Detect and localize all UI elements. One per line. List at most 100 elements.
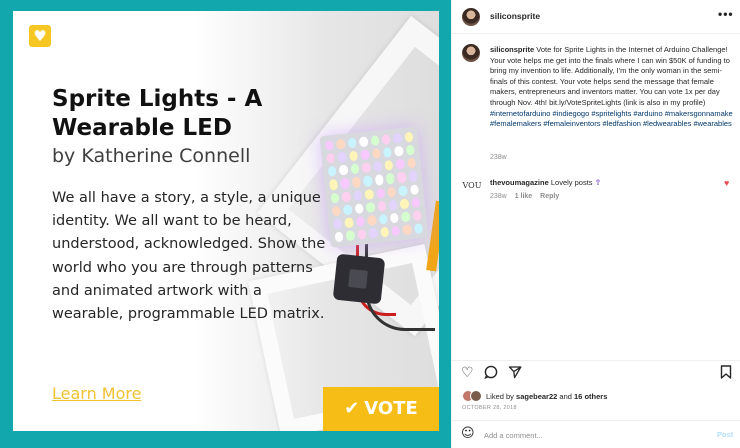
led-pixel: [355, 215, 366, 227]
caption-timestamp[interactable]: 238w: [490, 154, 507, 161]
led-pixel: [333, 218, 343, 230]
led-pixel: [362, 175, 373, 187]
comment-username[interactable]: thevoumagazine: [490, 178, 549, 187]
led-pixel: [378, 213, 388, 225]
comment-timestamp[interactable]: 238w: [490, 193, 507, 200]
likes-others[interactable]: 16 others: [574, 392, 607, 401]
bookmark-icon[interactable]: [720, 365, 732, 383]
post-date[interactable]: OCTOBER 28, 2018: [462, 405, 517, 411]
led-pixel: [402, 224, 412, 236]
post-header: siliconsprite •••: [452, 0, 740, 34]
learn-more-link[interactable]: Learn More: [52, 384, 141, 403]
promo-card: ♥ Sprite Lights - A Wearable LED by Kath…: [13, 11, 439, 431]
post-button[interactable]: Post: [717, 430, 733, 439]
vote-button[interactable]: ✔ VOTE: [323, 387, 439, 431]
led-pixel: [388, 199, 398, 211]
led-pixel: [396, 172, 407, 183]
comment-body: Lovely posts: [550, 178, 593, 187]
heart-icon: ♥: [29, 25, 51, 47]
promo-byline: by Katherine Connell: [52, 145, 251, 167]
led-pixel: [384, 160, 394, 172]
led-pixel: [399, 198, 410, 210]
led-pixel: [392, 132, 403, 144]
led-pixel: [382, 147, 393, 159]
led-pixel: [327, 166, 338, 178]
led-pixel: [408, 170, 418, 182]
action-bar: ♡: [452, 360, 740, 386]
led-pixel: [326, 153, 336, 165]
led-pixel: [367, 214, 377, 226]
led-pixel: [401, 211, 411, 223]
led-pixel: [405, 144, 415, 156]
led-pixel: [409, 183, 419, 195]
led-pixel: [360, 149, 370, 161]
led-pixel: [345, 230, 356, 242]
comment-heart-icon[interactable]: ♥: [724, 178, 729, 188]
comment-reply-button[interactable]: Reply: [540, 193, 559, 200]
caption-avatar[interactable]: [462, 44, 480, 62]
led-pixel: [350, 163, 360, 175]
led-pixel: [381, 134, 391, 146]
controller-board: [332, 253, 386, 305]
avatar[interactable]: [462, 8, 480, 26]
led-pixel: [348, 150, 359, 162]
led-pixel: [410, 196, 421, 208]
led-pixel: [379, 226, 390, 238]
comment-avatar[interactable]: VOU: [462, 176, 482, 196]
led-pixel: [361, 162, 371, 174]
vote-label: VOTE: [364, 398, 418, 419]
led-pixel: [365, 201, 376, 213]
post-sidebar: siliconsprite ••• siliconsprite Vote for…: [451, 0, 740, 448]
liker-username[interactable]: sagebear22: [516, 392, 557, 401]
comment-icon[interactable]: [484, 365, 498, 383]
add-comment-bar: ☺ Post: [452, 420, 740, 448]
comment-meta: 238w 1 like Reply: [490, 193, 565, 200]
caption: siliconsprite Vote for Sprite Lights in …: [490, 45, 734, 130]
led-pixel: [351, 176, 362, 188]
caption-text: Vote for Sprite Lights in the Internet o…: [490, 45, 730, 107]
emoji-icon[interactable]: ☺: [461, 426, 475, 441]
led-pixel: [370, 135, 380, 147]
led-pixel: [344, 217, 354, 229]
liker-avatar: [470, 390, 482, 402]
led-pixel: [341, 191, 352, 202]
promo-description: We all have a story, a style, a unique i…: [52, 190, 326, 323]
likes-middle: and: [559, 392, 572, 401]
led-pixel: [395, 158, 405, 170]
check-icon: ✔: [344, 398, 360, 419]
led-pixel: [372, 161, 383, 173]
comment-input[interactable]: [484, 427, 704, 443]
led-pixel: [385, 173, 395, 185]
led-pixel: [398, 185, 408, 197]
led-pixel: [394, 145, 404, 157]
led-pixel: [334, 231, 344, 243]
led-pixel: [337, 151, 347, 163]
share-icon[interactable]: [508, 365, 522, 383]
more-horizontal-icon[interactable]: •••: [718, 7, 734, 21]
post-image[interactable]: ♥ Sprite Lights - A Wearable LED by Kath…: [0, 0, 451, 448]
likes-summary: Liked by sagebear22 and 16 others: [486, 392, 607, 401]
led-pixel: [347, 137, 357, 149]
led-pixel: [354, 202, 364, 214]
led-pixel: [374, 174, 384, 186]
comment-like-count[interactable]: 1 like: [515, 193, 533, 200]
led-matrix: [319, 126, 429, 248]
led-pixel: [377, 200, 387, 212]
led-pixel: [364, 188, 374, 200]
comment: thevoumagazine Lovely posts ⇮: [490, 178, 601, 187]
caption-username[interactable]: siliconsprite: [490, 45, 534, 54]
led-pixel: [324, 140, 335, 151]
led-pixel: [413, 223, 424, 234]
led-pixel: [357, 228, 367, 240]
led-pixel: [368, 227, 378, 239]
led-pixel: [389, 212, 400, 224]
caption-hashtags[interactable]: #internetofarduino #indiegogo #spritelig…: [490, 109, 733, 129]
heart-outline-icon[interactable]: ♡: [461, 365, 474, 381]
led-pixel: [371, 148, 381, 160]
led-pixel: [336, 138, 346, 150]
led-pixel: [338, 164, 349, 176]
led-pixel: [406, 157, 417, 169]
led-pixel: [340, 177, 350, 189]
header-username[interactable]: siliconsprite: [490, 11, 540, 21]
led-pixel: [358, 136, 369, 148]
